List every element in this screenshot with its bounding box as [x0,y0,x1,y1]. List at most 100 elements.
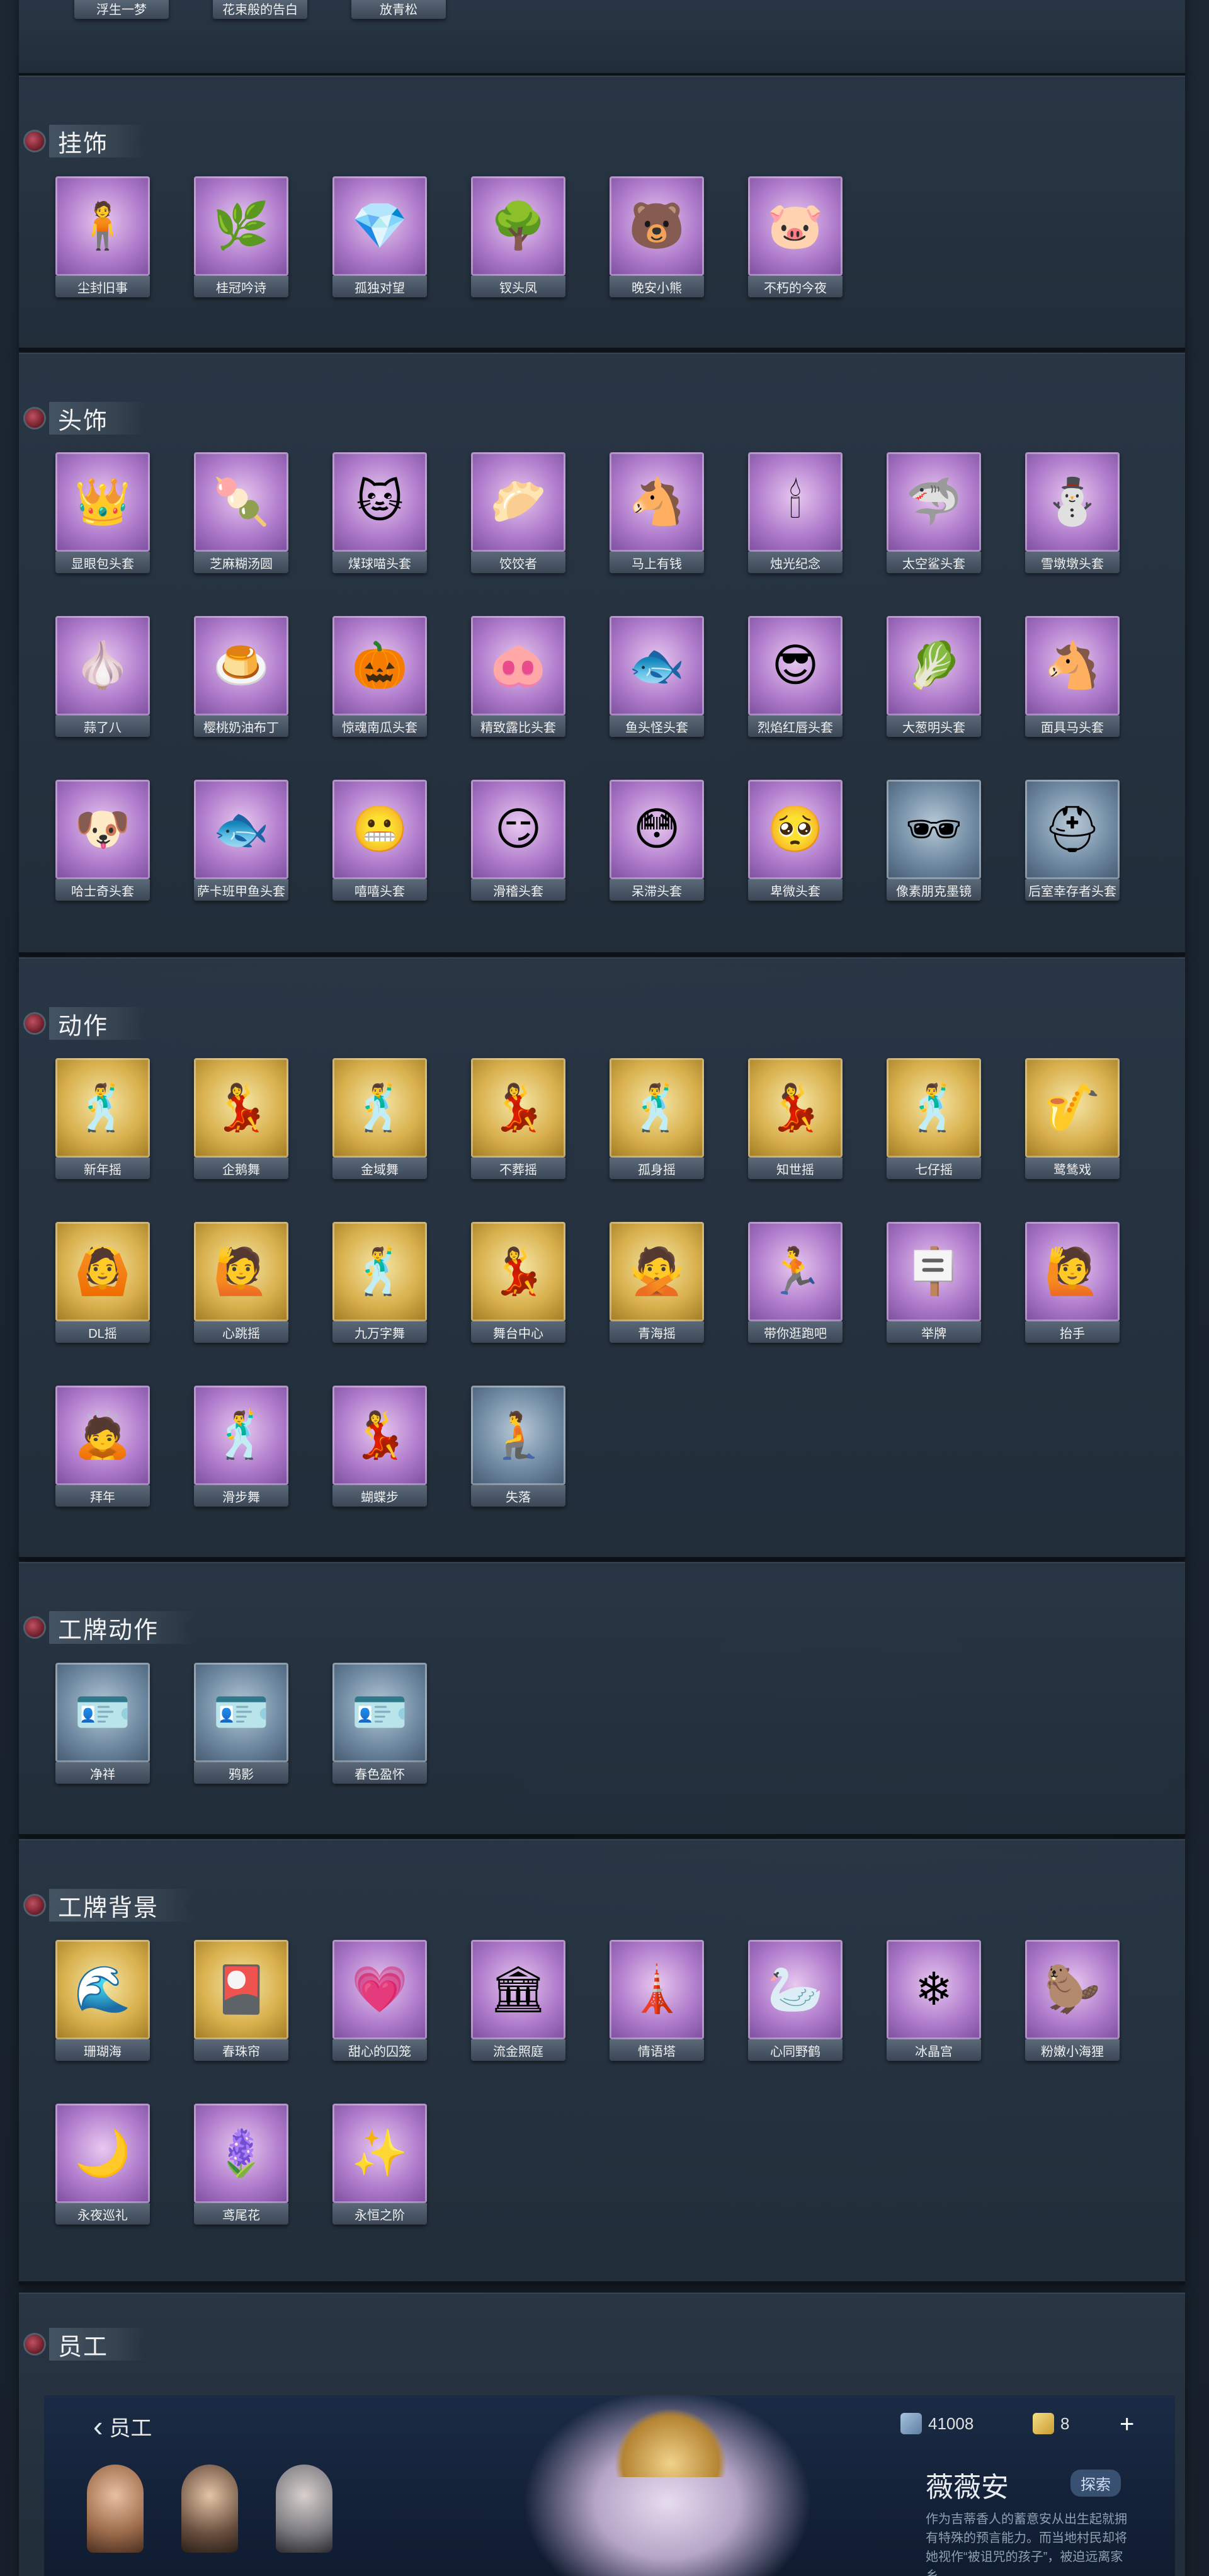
section-header-actions: 动作 [25,1005,147,1042]
item-card[interactable]: 🕶 像素朋克墨镜 [887,780,981,906]
back-button[interactable]: ‹ 员工 [93,2409,152,2443]
item-card[interactable]: 🎴 春珠帘 [194,1940,288,2066]
item-card[interactable]: 🌙 永夜巡礼 [55,2104,150,2230]
item-card[interactable]: 🍮 樱桃奶油布丁 [194,616,288,742]
item-label: 新年摇 [55,1158,150,1179]
item-card[interactable]: 🌿 桂冠吟诗 [194,176,288,302]
item-card[interactable]: 🐽 精致露比头套 [471,616,565,742]
pin-icon [25,2335,44,2354]
item-card[interactable]: 😏 滑稽头套 [471,780,565,906]
item-icon: 💃 [351,1408,408,1461]
item-label: 像素朋克墨镜 [887,879,981,901]
item-card[interactable]: 🐴 马上有钱 [610,452,704,578]
item-card[interactable]: 🐱 煤球喵头套 [332,452,427,578]
item-icon: 🥺 [767,802,824,855]
item-card[interactable]: 🧍 尘封旧事 [55,176,150,302]
pin-icon [25,132,44,151]
item-card[interactable]: 🐟 鱼头怪头套 [610,616,704,742]
item-icon: 🧄 [74,639,131,692]
item-card[interactable]: 🧎 失落 [471,1386,565,1512]
item-card[interactable]: 🗼 情语塔 [610,1940,704,2066]
item-card[interactable]: 🎷 鹭鸶戏 [1025,1058,1120,1184]
item-card[interactable]: 🪪 鸦影 [194,1663,288,1789]
item-label: 鹭鸶戏 [1025,1158,1120,1179]
item-label: 后室幸存者头套 [1025,879,1120,901]
item-card[interactable]: 🙇 拜年 [55,1386,150,1512]
item-card[interactable]: 💃 企鹅舞 [194,1058,288,1184]
item-card[interactable]: 🥟 饺饺者 [471,452,565,578]
item-card[interactable]: 🥬 大葱明头套 [887,616,981,742]
item-card[interactable]: 👑 显眼包头套 [55,452,150,578]
item-card[interactable]: ✨ 永恒之阶 [332,2104,427,2230]
item-label: 太空鲨头套 [887,552,981,573]
item-card[interactable]: 😳 呆滞头套 [610,780,704,906]
item-card[interactable]: 🪧 举牌 [887,1222,981,1348]
item-card[interactable]: 😎 烈焰红唇头套 [748,616,843,742]
item-card[interactable]: 🐷 不朽的今夜 [748,176,843,302]
item-icon: 💎 [351,199,408,252]
item-card[interactable]: 🥺 卑微头套 [748,780,843,906]
section-title: 工牌动作 [49,1611,197,1644]
explore-button[interactable]: 探索 [1070,2470,1121,2497]
item-icon: 🐴 [1044,639,1101,692]
section-header-badge_backgrounds: 工牌背景 [25,1887,197,1923]
item-label: 孤身摇 [610,1158,704,1179]
item-icon: 💃 [213,1081,270,1134]
item-card[interactable]: 😬 嘻嘻头套 [332,780,427,906]
item-card[interactable]: 🌳 钗头凤 [471,176,565,302]
item-card[interactable]: 🧄 蒜了八 [55,616,150,742]
currency-2-value: 8 [1060,2414,1070,2433]
item-card[interactable]: 🦫 粉嫩小海狸 [1025,1940,1120,2066]
item-card[interactable]: 🕺 金域舞 [332,1058,427,1184]
item-card[interactable]: 🕯 烛光纪念 [748,452,843,578]
section-title: 挂饰 [49,125,147,157]
pin-icon [25,1618,44,1637]
item-card[interactable]: 🐻 晚安小熊 [610,176,704,302]
item-card[interactable]: 💃 不葬摇 [471,1058,565,1184]
staff-avatar[interactable] [87,2465,144,2553]
item-card[interactable]: 💎 孤独对望 [332,176,427,302]
item-card[interactable]: 🌊 珊瑚海 [55,1940,150,2066]
item-card[interactable]: 🕺 新年摇 [55,1058,150,1184]
item-card[interactable]: ❄ 冰晶宫 [887,1940,981,2066]
item-card[interactable]: 浮生一梦 [74,0,169,24]
staff-avatar[interactable] [181,2465,238,2553]
item-card[interactable]: 🎃 惊魂南瓜头套 [332,616,427,742]
item-card[interactable]: 🕺 七仔摇 [887,1058,981,1184]
section-header-pendants: 挂饰 [25,123,147,159]
item-card[interactable]: 🏃 带你逛跑吧 [748,1222,843,1348]
item-card[interactable]: 🕺 九万字舞 [332,1222,427,1348]
item-icon: 🕺 [351,1245,408,1297]
item-card[interactable]: 🙋 心跳摇 [194,1222,288,1348]
item-card[interactable]: 🪪 春色盈怀 [332,1663,427,1789]
item-card[interactable]: 💃 蝴蝶步 [332,1386,427,1512]
item-card[interactable]: 💗 甜心的囚笼 [332,1940,427,2066]
item-card[interactable]: 🕺 滑步舞 [194,1386,288,1512]
item-card[interactable]: 💃 知世摇 [748,1058,843,1184]
item-card[interactable]: 🙅 青海摇 [610,1222,704,1348]
item-card[interactable]: 花束般的告白 [213,0,307,24]
item-card[interactable]: 🦈 太空鲨头套 [887,452,981,578]
item-card[interactable]: 🪪 净祥 [55,1663,150,1789]
item-card[interactable]: 🏛 流金照庭 [471,1940,565,2066]
item-card[interactable]: 🦢 心同野鹤 [748,1940,843,2066]
item-card[interactable]: 🐴 面具马头套 [1025,616,1120,742]
item-card[interactable]: 🐶 哈士奇头套 [55,780,150,906]
item-icon: 🕺 [905,1081,962,1134]
item-icon: 🪻 [213,2126,270,2179]
item-card[interactable]: 🕺 孤身摇 [610,1058,704,1184]
item-card[interactable]: 放青松 [351,0,446,24]
item-card[interactable]: 🙆 DL摇 [55,1222,150,1348]
item-icon: 😳 [633,802,681,855]
add-currency-button[interactable]: + [1120,2410,1134,2439]
item-card[interactable]: ⛑ 后室幸存者头套 [1025,780,1120,906]
item-card[interactable]: 💃 舞台中心 [471,1222,565,1348]
item-card[interactable]: 🐟 萨卡班甲鱼头套 [194,780,288,906]
item-card[interactable]: 🙋 抬手 [1025,1222,1120,1348]
section-header-badge_actions: 工牌动作 [25,1609,197,1646]
item-card[interactable]: 🍡 芝麻糊汤圆 [194,452,288,578]
staff-avatar[interactable] [276,2465,332,2553]
item-card[interactable]: 🪻 鸢尾花 [194,2104,288,2230]
item-card[interactable]: ⛄ 雪墩墩头套 [1025,452,1120,578]
item-label: 春珠帘 [194,2039,288,2061]
